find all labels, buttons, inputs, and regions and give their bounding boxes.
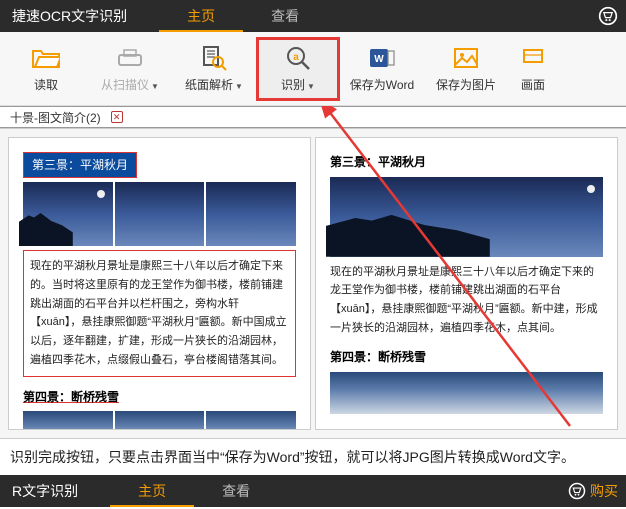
chevron-down-icon: ▼ xyxy=(307,82,315,91)
hint-text: 识别完成按钮，只要点击界面当中“保存为Word”按钮，就可以将JPG图片转换成W… xyxy=(0,438,626,475)
photo xyxy=(206,411,296,430)
heading-4: 第四景：断桥残雪 xyxy=(330,347,603,367)
tool-label: 从扫描仪▼ xyxy=(101,76,159,93)
tab-main[interactable]: 主页 xyxy=(159,0,243,32)
top-tabs: 主页 查看 xyxy=(159,0,327,32)
svg-text:a: a xyxy=(293,52,299,63)
photo-row xyxy=(23,411,296,430)
photo xyxy=(330,177,603,257)
folder-icon xyxy=(32,44,60,72)
photo-row xyxy=(330,177,603,257)
document-search-icon xyxy=(201,44,227,72)
close-icon[interactable]: ✕ xyxy=(111,111,123,123)
recognize-button[interactable]: a 识别▼ xyxy=(256,37,340,101)
document-tabs: 十景-图文简介(2) ✕ xyxy=(0,106,626,128)
app-title: 捷速OCR文字识别 xyxy=(0,6,139,26)
result-pane: 第三景：平湖秋月 现在的平湖秋月景址是康熙三十八年以后才确定下来的龙王堂作为御书… xyxy=(315,137,618,430)
canvas-button[interactable]: 画面 xyxy=(508,37,558,101)
photo xyxy=(115,182,205,246)
bottom-title: R文字识别 xyxy=(0,481,90,501)
paragraph: 现在的平湖秋月景址是康熙三十八年以后才确定下来的。当时将这里原有的龙王堂作为御书… xyxy=(23,250,296,376)
top-bar: 捷速OCR文字识别 主页 查看 xyxy=(0,0,626,32)
cart-icon xyxy=(568,482,586,500)
tool-label: 纸面解析▼ xyxy=(185,76,243,93)
buy-button[interactable]: 购买 xyxy=(568,481,618,501)
cart-icon[interactable] xyxy=(598,6,618,26)
tool-label: 保存为图片 xyxy=(436,76,496,93)
scan-button[interactable]: 从扫描仪▼ xyxy=(88,37,172,101)
read-button[interactable]: 读取 xyxy=(4,37,88,101)
source-pane: 第三景：平湖秋月 现在的平湖秋月景址是康熙三十八年以后才确定下来的。当时将这里原… xyxy=(8,137,311,430)
save-image-button[interactable]: 保存为图片 xyxy=(424,37,508,101)
canvas-icon xyxy=(521,44,545,72)
photo xyxy=(330,372,603,414)
image-icon xyxy=(453,44,479,72)
content-area: 第三景：平湖秋月 现在的平湖秋月景址是康熙三十八年以后才确定下来的。当时将这里原… xyxy=(0,128,626,438)
save-word-button[interactable]: W 保存为Word xyxy=(340,37,424,101)
bottom-tabs: 主页 查看 xyxy=(110,475,278,507)
toolbar: 读取 从扫描仪▼ 纸面解析▼ a 识别▼ W 保存为Word 保存为图片 xyxy=(0,32,626,106)
buy-label: 购买 xyxy=(590,481,618,501)
word-icon: W xyxy=(368,44,396,72)
heading-3: 第三景：平湖秋月 xyxy=(23,152,137,178)
paragraph: 现在的平湖秋月景址是康熙三十八年以后才确定下来的龙王堂作为御书楼，楼前铺建跳出湖… xyxy=(330,263,603,338)
heading-3: 第三景：平湖秋月 xyxy=(330,152,426,172)
photo xyxy=(115,411,205,430)
svg-text:W: W xyxy=(374,54,384,65)
document-tab[interactable]: 十景-图文简介(2) xyxy=(4,109,107,126)
photo-row xyxy=(23,182,296,246)
tab-main[interactable]: 主页 xyxy=(110,475,194,507)
chevron-down-icon: ▼ xyxy=(151,82,159,91)
tool-label: 画面 xyxy=(521,76,545,93)
tool-label: 识别▼ xyxy=(281,76,315,93)
tab-view[interactable]: 查看 xyxy=(243,0,327,32)
tab-view[interactable]: 查看 xyxy=(194,475,278,507)
bottom-bar: R文字识别 主页 查看 购买 xyxy=(0,475,626,507)
heading-4: 第四景：断桥残雪 xyxy=(23,387,296,407)
tool-label: 保存为Word xyxy=(350,76,414,93)
text-search-icon: a xyxy=(284,44,312,72)
photo xyxy=(23,411,113,430)
photo-row xyxy=(330,372,603,414)
tool-label: 读取 xyxy=(34,76,58,93)
photo xyxy=(23,182,113,246)
parse-button[interactable]: 纸面解析▼ xyxy=(172,37,256,101)
chevron-down-icon: ▼ xyxy=(235,82,243,91)
scanner-icon xyxy=(116,44,144,72)
photo xyxy=(206,182,296,246)
